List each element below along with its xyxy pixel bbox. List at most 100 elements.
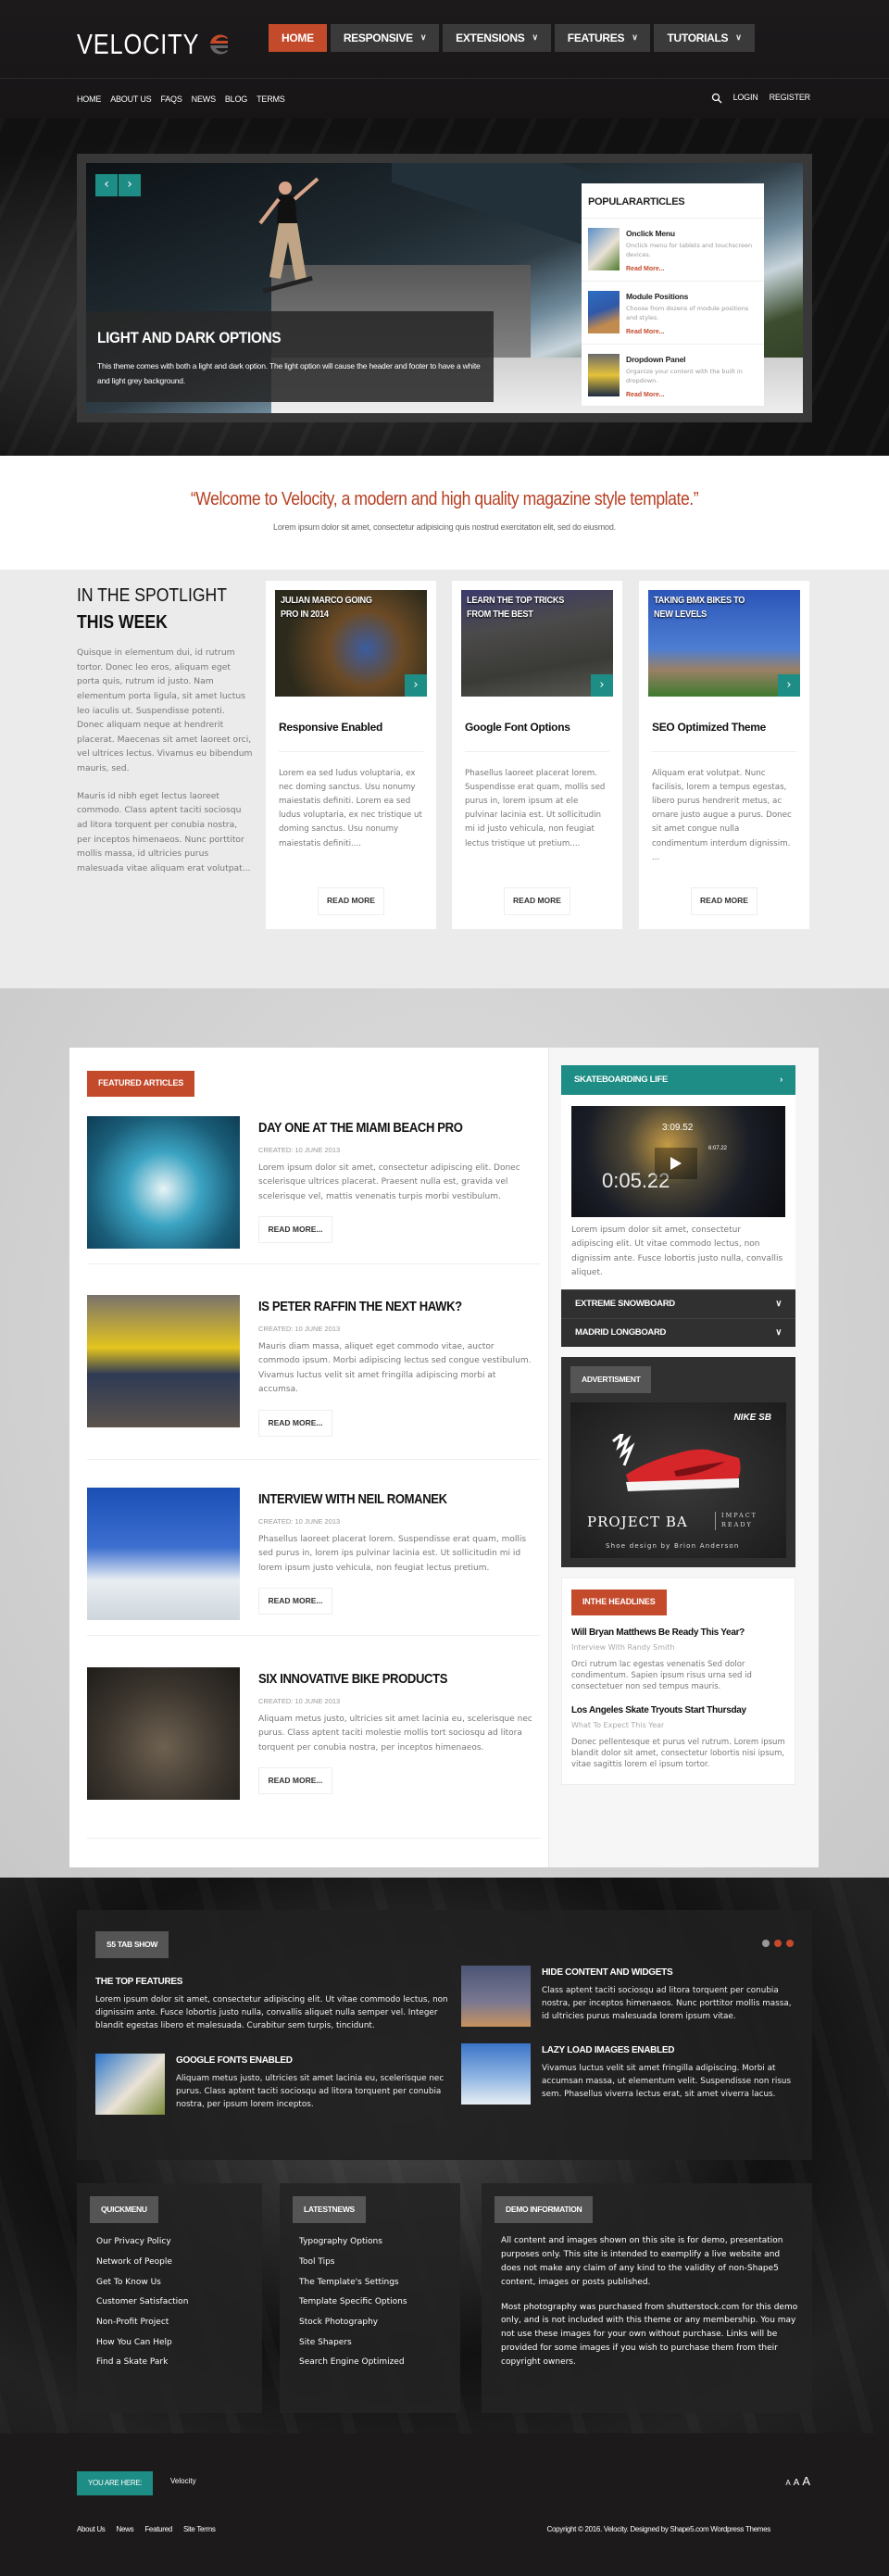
shoe-image (612, 1434, 741, 1492)
pagination-dot[interactable] (762, 1940, 770, 1947)
spotlight-card: LEARN THE TOP TRICKS FROM THE BEST › Goo… (452, 581, 622, 929)
tab-item-text: Class aptent taciti sociosqu ad litora t… (542, 1985, 792, 2021)
quickmenu-link[interactable]: Non-Profit Project (96, 2313, 262, 2333)
latestnews-link[interactable]: Search Engine Optimized (299, 2353, 460, 2373)
ad-tagline-line: IMPACT (721, 1512, 758, 1520)
latestnews-link[interactable]: Site Shapers (299, 2333, 460, 2354)
nav-tutorials[interactable]: TUTORIALS ∨ (654, 24, 755, 52)
read-more-button[interactable]: READ MORE... (258, 1410, 332, 1437)
footer-link-featured[interactable]: Featured (144, 2524, 172, 2535)
spotlight-card-image[interactable]: LEARN THE TOP TRICKS FROM THE BEST › (461, 590, 613, 697)
bottom-section: S5 TAB SHOW THE TOP FEATURES Lorem ipsum… (0, 1878, 889, 2433)
top-menu-terms[interactable]: TERMS (257, 94, 285, 107)
module-title: SKATEBOARDING LIFE (574, 1074, 669, 1085)
register-link[interactable]: REGISTER (770, 92, 811, 105)
headline-subtitle: Interview With Randy Smith (571, 1643, 675, 1652)
chevron-right-icon[interactable]: › (119, 174, 141, 196)
article-thumbnail[interactable] (87, 1488, 240, 1620)
quickmenu-link[interactable]: Network of People (96, 2253, 262, 2273)
spotlight-card-image[interactable]: JULIAN MARCO GOING PRO IN 2014 › (275, 590, 427, 697)
accordion-extreme-snowboard[interactable]: EXTREME SNOWBOARD ∨ (561, 1289, 795, 1319)
article-thumbnail[interactable] (87, 1667, 240, 1800)
nav-responsive[interactable]: RESPONSIVE ∨ (330, 24, 440, 52)
popular-article-item[interactable]: Dropdown Panel Organize your content with… (582, 345, 764, 408)
popular-article-item[interactable]: Onclick Menu Onclick menu for tablets and… (582, 219, 764, 283)
article-item: IS PETER RAFFIN THE NEXT HAWK? CREATED: … (87, 1295, 541, 1460)
accordion-madrid-longboard[interactable]: MADRID LONGBOARD ∨ (561, 1318, 795, 1348)
footer-link-about[interactable]: About Us (77, 2524, 106, 2535)
read-more-link[interactable]: Read More... (626, 392, 665, 398)
latestnews-link[interactable]: The Template's Settings (299, 2273, 460, 2293)
nav-extensions[interactable]: EXTENSIONS ∨ (443, 24, 551, 52)
article-text: Lorem ipsum dolor sit amet, consectetur … (258, 1163, 520, 1201)
chevron-down-icon: ∨ (775, 1326, 782, 1338)
top-menu-news[interactable]: NEWS (192, 94, 216, 107)
pagination-dot[interactable] (774, 1940, 782, 1947)
footer-link-news[interactable]: News (117, 2524, 134, 2535)
tab-item: HIDE CONTENT AND WIDGETS Class aptent tac… (461, 1966, 799, 2027)
read-more-button[interactable]: READ MORE... (258, 1588, 332, 1615)
chevron-right-icon[interactable]: › (778, 674, 800, 697)
latestnews-link[interactable]: Typography Options (299, 2232, 460, 2253)
tab-item-title: LAZY LOAD IMAGES ENABLED (542, 2045, 675, 2055)
font-size-small[interactable]: A (785, 2478, 790, 2489)
top-menu-faqs[interactable]: FAQS (160, 94, 182, 107)
quickmenu-link[interactable]: Customer Satisfaction (96, 2293, 262, 2313)
read-more-button[interactable]: READ MORE (504, 886, 570, 915)
search-icon[interactable] (711, 93, 722, 104)
quickmenu-link[interactable]: How You Can Help (96, 2333, 262, 2354)
read-more-button[interactable]: READ MORE... (258, 1216, 332, 1243)
article-thumbnail[interactable] (87, 1116, 240, 1249)
read-more-link[interactable]: Read More... (626, 266, 665, 272)
footer-link-terms[interactable]: Site Terms (183, 2524, 216, 2535)
tab-show-label: S5 TAB SHOW (95, 1931, 169, 1959)
read-more-button[interactable]: READ MORE (691, 886, 758, 915)
chevron-left-icon[interactable]: ‹ (95, 174, 118, 196)
advertisement-label: ADVERTISMENT (570, 1366, 652, 1394)
popular-articles-panel: POPULARARTICLES Onclick Menu Onclick menu… (582, 183, 764, 406)
play-icon[interactable] (655, 1148, 697, 1179)
quickmenu-link[interactable]: Find a Skate Park (96, 2353, 262, 2373)
pagination-dot[interactable] (786, 1940, 794, 1947)
latestnews-link[interactable]: Template Specific Options (299, 2293, 460, 2313)
popular-article-item[interactable]: Module Positions Choose from dozens of mo… (582, 282, 764, 346)
skateboarding-life-header[interactable]: SKATEBOARDING LIFE › (561, 1065, 795, 1095)
latestnews-list: Typography Options Tool Tips The Templat… (299, 2232, 460, 2373)
chevron-right-icon[interactable]: › (405, 674, 427, 697)
read-more-link[interactable]: Read More... (626, 329, 665, 335)
headline-title[interactable]: Los Angeles Skate Tryouts Start Thursday (571, 1703, 785, 1718)
logo[interactable]: VELOCITY (77, 22, 232, 67)
article-text: Phasellus laoreet placerat lorem. Suspen… (258, 1535, 527, 1573)
nav-label: FEATURES (567, 31, 625, 44)
article-thumbnail[interactable] (87, 1295, 240, 1427)
article-title[interactable]: DAY ONE AT THE MIAMI BEACH PRO (258, 1118, 463, 1138)
latestnews-link[interactable]: Stock Photography (299, 2313, 460, 2333)
nav-label: TUTORIALS (667, 31, 729, 44)
article-date: CREATED: 10 JUNE 2013 (258, 1146, 341, 1154)
nav-features[interactable]: FEATURES ∨ (554, 24, 651, 52)
article-title[interactable]: IS PETER RAFFIN THE NEXT HAWK? (258, 1297, 462, 1317)
quickmenu-link[interactable]: Our Privacy Policy (96, 2232, 262, 2253)
video-player[interactable]: 3:09.52 6:07.22 0:05.22 (571, 1106, 785, 1217)
advertisement-banner[interactable]: NIKE SB PROJECT BA IMPACT READY Shoe desi… (570, 1402, 786, 1559)
nav-home[interactable]: HOME (269, 24, 327, 52)
top-menu-blog[interactable]: BLOG (225, 94, 247, 107)
login-link[interactable]: LOGIN (733, 92, 758, 105)
top-menu-about[interactable]: ABOUT US (110, 94, 151, 107)
spotlight-section: IN THE SPOTLIGHT THIS WEEK Quisque in ele… (0, 570, 889, 988)
tab-item-text: Vivamus luctus velit sit amet fringilla … (542, 2063, 792, 2099)
top-menu-home[interactable]: HOME (77, 94, 101, 107)
popular-article-text: Choose from dozens of module positions a… (626, 305, 749, 321)
read-more-button[interactable]: READ MORE... (258, 1767, 332, 1794)
font-size-medium[interactable]: A (794, 2476, 800, 2491)
breadcrumb[interactable]: Velocity (170, 2476, 196, 2487)
read-more-button[interactable]: READ MORE (318, 886, 384, 915)
article-title[interactable]: SIX INNOVATIVE BIKE PRODUCTS (258, 1669, 447, 1690)
article-title[interactable]: INTERVIEW WITH NEIL ROMANEK (258, 1489, 447, 1510)
headline-title[interactable]: Will Bryan Matthews Be Ready This Year? (571, 1626, 785, 1640)
chevron-right-icon[interactable]: › (591, 674, 613, 697)
quickmenu-link[interactable]: Get To Know Us (96, 2273, 262, 2293)
font-size-large[interactable]: A (802, 2472, 810, 2491)
latestnews-link[interactable]: Tool Tips (299, 2253, 460, 2273)
spotlight-card-image[interactable]: TAKING BMX BIKES TO NEW LEVELS › (648, 590, 800, 697)
